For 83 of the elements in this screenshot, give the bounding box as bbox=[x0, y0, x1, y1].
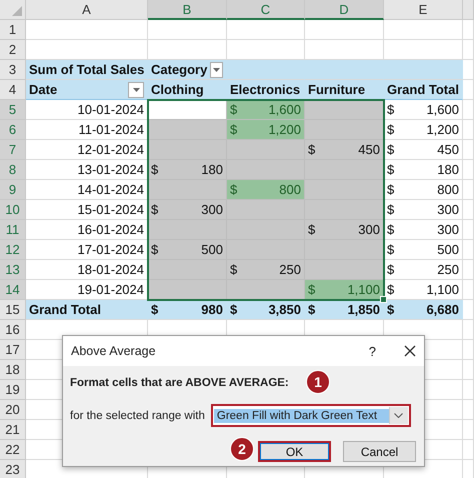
fill-handle[interactable] bbox=[380, 296, 387, 303]
date-cell: 16-01-2024 bbox=[26, 220, 148, 240]
row-header[interactable]: 6 bbox=[0, 120, 26, 140]
pivot-field-label: Category bbox=[151, 62, 208, 77]
currency-cell: $ 180 bbox=[148, 160, 227, 180]
row-header[interactable]: 17 bbox=[0, 340, 26, 360]
currency-cell: $ 1,850 bbox=[305, 300, 384, 320]
caret-icon bbox=[132, 88, 140, 92]
column-header[interactable]: D bbox=[305, 0, 384, 20]
row-header[interactable]: 10 bbox=[0, 200, 26, 220]
date-cell: 17-01-2024 bbox=[26, 240, 148, 260]
currency-cell: $ 500 bbox=[148, 240, 227, 260]
row-header[interactable]: 11 bbox=[0, 220, 26, 240]
currency-cell: $ 180 bbox=[384, 160, 463, 180]
column-header[interactable]: C bbox=[227, 0, 305, 20]
filter-button[interactable] bbox=[210, 62, 223, 78]
column-label: Clothing bbox=[148, 80, 227, 100]
currency-cell: $ 300 bbox=[384, 200, 463, 220]
row-header[interactable]: 9 bbox=[0, 180, 26, 200]
currency-cell: $ 800 bbox=[227, 180, 305, 200]
column-label: Date bbox=[29, 82, 58, 97]
triangle-icon bbox=[12, 6, 22, 16]
currency-cell: $ 300 bbox=[384, 220, 463, 240]
date-cell: 14-01-2024 bbox=[26, 180, 148, 200]
chevron-icon bbox=[394, 413, 404, 418]
column-label: Electronics bbox=[227, 80, 305, 100]
row-header[interactable]: 21 bbox=[0, 420, 26, 440]
row-header[interactable]: 4 bbox=[0, 80, 26, 100]
help-button[interactable]: ? bbox=[368, 344, 376, 358]
dialog-title: Above Average bbox=[71, 344, 157, 358]
pivot-label: Sum of Total Sales bbox=[26, 60, 148, 80]
currency-cell: $ 1,600 bbox=[384, 100, 463, 120]
row-header[interactable]: 8 bbox=[0, 160, 26, 180]
row-header[interactable]: 13 bbox=[0, 260, 26, 280]
cancel-button[interactable]: Cancel bbox=[343, 441, 416, 462]
row-header[interactable]: 20 bbox=[0, 400, 26, 420]
date-cell: 18-01-2024 bbox=[26, 260, 148, 280]
range-label: for the selected range with bbox=[70, 410, 205, 422]
date-cell: 13-01-2024 bbox=[26, 160, 148, 180]
row-header[interactable]: 5 bbox=[0, 100, 26, 120]
currency-cell: $ 250 bbox=[384, 260, 463, 280]
currency-cell: $ 300 bbox=[305, 220, 384, 240]
date-cell: 10-01-2024 bbox=[26, 100, 148, 120]
row-header[interactable]: 23 bbox=[0, 460, 26, 478]
column-label: Grand Total bbox=[384, 80, 463, 100]
row-header[interactable]: 3 bbox=[0, 60, 26, 80]
column-header[interactable]: E bbox=[384, 0, 463, 20]
column-header[interactable]: A bbox=[26, 0, 148, 20]
column-header[interactable]: B bbox=[148, 0, 227, 20]
row-header[interactable]: 19 bbox=[0, 380, 26, 400]
date-cell: 15-01-2024 bbox=[26, 200, 148, 220]
currency-cell: $ 800 bbox=[384, 180, 463, 200]
prompt-text: Format cells that are ABOVE AVERAGE: bbox=[70, 376, 289, 391]
date-cell: 12-01-2024 bbox=[26, 140, 148, 160]
row-header[interactable]: 15 bbox=[0, 300, 26, 320]
currency-cell: $ 250 bbox=[227, 260, 305, 280]
currency-cell: $ 6,680 bbox=[384, 300, 463, 320]
column-label: Furniture bbox=[305, 80, 384, 100]
date-cell: 11-01-2024 bbox=[26, 120, 148, 140]
currency-cell: $ 450 bbox=[384, 140, 463, 160]
row-header[interactable]: 18 bbox=[0, 360, 26, 380]
row-header[interactable]: 16 bbox=[0, 320, 26, 340]
row-header[interactable]: 7 bbox=[0, 140, 26, 160]
total-label: Grand Total bbox=[26, 300, 148, 320]
format-dropdown[interactable]: Green Fill with Dark Green Text bbox=[210, 404, 411, 427]
currency-cell: $ 980 bbox=[148, 300, 227, 320]
currency-cell: $ 1,200 bbox=[227, 120, 305, 140]
currency-cell: $ 500 bbox=[384, 240, 463, 260]
currency-cell: $ 450 bbox=[305, 140, 384, 160]
close-icon[interactable] bbox=[404, 345, 416, 357]
row-header[interactable]: 14 bbox=[0, 280, 26, 300]
row-header[interactable]: 2 bbox=[0, 40, 26, 60]
filter-button[interactable] bbox=[128, 82, 144, 98]
row-header[interactable]: 12 bbox=[0, 240, 26, 260]
currency-cell: $ 1,100 bbox=[305, 280, 384, 300]
row-header[interactable]: 22 bbox=[0, 440, 26, 460]
ok-button[interactable]: OK bbox=[258, 441, 331, 462]
currency-cell: $ 3,850 bbox=[227, 300, 305, 320]
currency-cell: $ 1,600 bbox=[227, 100, 305, 120]
currency-cell: $ 1,200 bbox=[384, 120, 463, 140]
row-header[interactable]: 1 bbox=[0, 20, 26, 40]
currency-cell: $ 300 bbox=[148, 200, 227, 220]
caret-icon bbox=[213, 68, 220, 72]
